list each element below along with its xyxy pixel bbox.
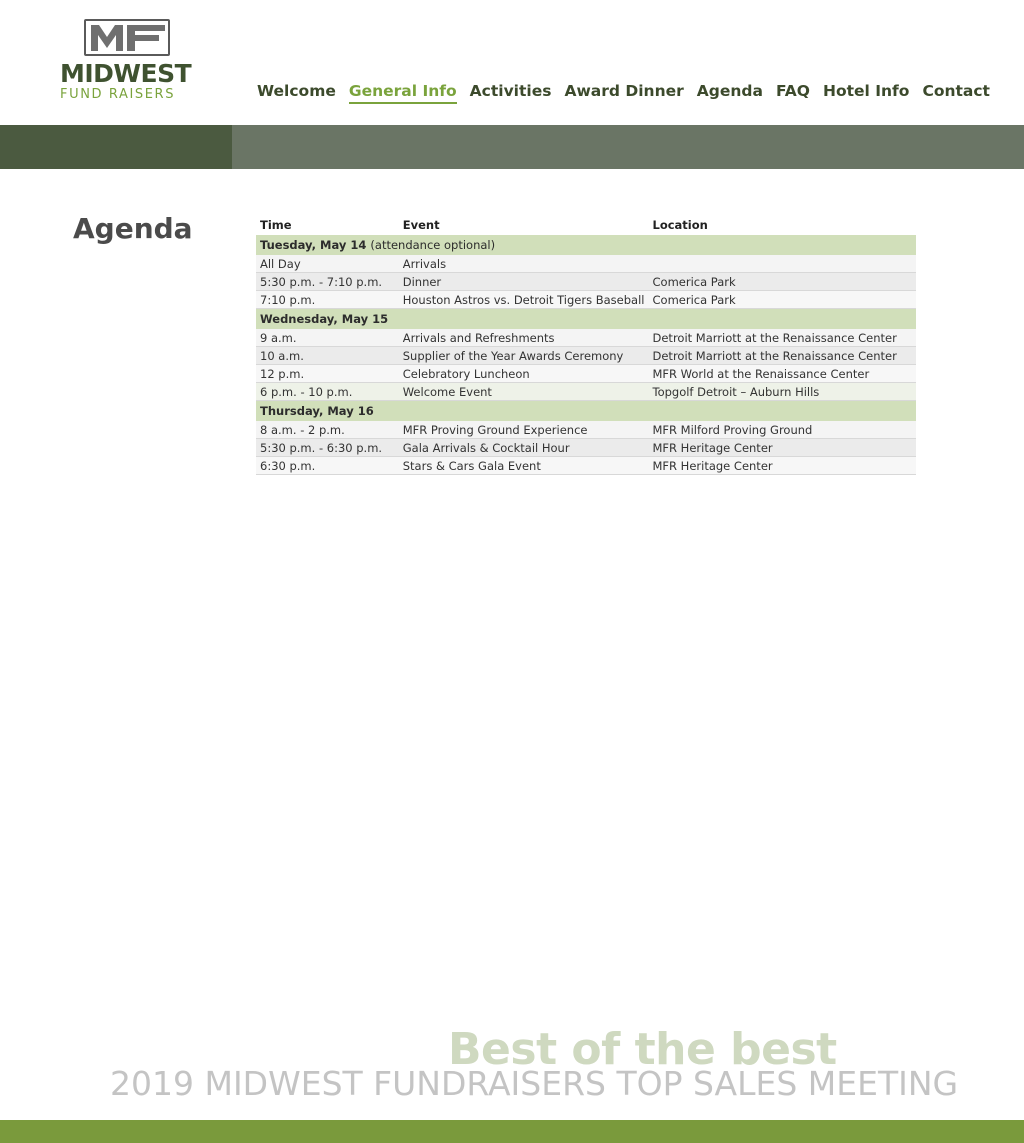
nav-activities[interactable]: Activities xyxy=(470,80,552,104)
day-label: Tuesday, May 14 xyxy=(260,238,367,252)
header-location: Location xyxy=(652,218,708,232)
table-row: 9 a.m. Arrivals and Refreshments Detroit… xyxy=(256,329,916,347)
location-cell: MFR World at the Renaissance Center xyxy=(648,364,916,383)
location-cell: Topgolf Detroit – Auburn Hills xyxy=(648,382,916,401)
table-header-row: Time Event Location xyxy=(256,215,916,235)
day-row: Tuesday, May 14 (attendance optional) xyxy=(256,235,916,255)
header-time: Time xyxy=(260,218,292,232)
brand-name: MIDWEST xyxy=(60,59,192,88)
banner-band-right xyxy=(232,125,1024,169)
event-cell: Arrivals and Refreshments xyxy=(398,329,649,347)
time-cell: 9 a.m. xyxy=(256,329,399,347)
brand-subtitle: FUND RAISERS xyxy=(60,87,176,102)
header-event: Event xyxy=(402,218,440,232)
table-row: 5:30 p.m. - 6:30 p.m. Gala Arrivals & Co… xyxy=(256,438,916,457)
location-cell: MFR Heritage Center xyxy=(648,438,916,457)
time-cell: 8 a.m. - 2 p.m. xyxy=(256,421,399,439)
banner-band-left xyxy=(0,125,232,169)
day-cell: Tuesday, May 14 (attendance optional) xyxy=(256,235,916,255)
nav-faq[interactable]: FAQ xyxy=(776,80,810,104)
event-cell: Celebratory Luncheon xyxy=(398,364,649,383)
day-cell: Wednesday, May 15 xyxy=(256,308,916,329)
location-cell: Comerica Park xyxy=(648,272,916,291)
event-cell: Houston Astros vs. Detroit Tigers Baseba… xyxy=(398,290,649,309)
mf-monogram-icon xyxy=(91,25,165,51)
nav-welcome[interactable]: Welcome xyxy=(257,80,336,104)
time-cell: 5:30 p.m. - 7:10 p.m. xyxy=(256,272,399,291)
main-nav: Welcome General Info Activities Award Di… xyxy=(257,80,1003,104)
location-cell: Detroit Marriott at the Renaissance Cent… xyxy=(648,346,916,365)
site-header: MIDWEST FUND RAISERS Welcome General Inf… xyxy=(0,0,1024,125)
agenda-table: Time Event Location Tuesday, May 14 (att… xyxy=(256,215,916,475)
table-row: 12 p.m. Celebratory Luncheon MFR World a… xyxy=(256,364,916,383)
nav-general-info[interactable]: General Info xyxy=(348,80,457,104)
location-cell: Comerica Park xyxy=(648,290,916,309)
event-cell: Welcome Event xyxy=(398,382,649,401)
time-cell: All Day xyxy=(256,255,399,273)
location-cell: MFR Milford Proving Ground xyxy=(648,421,916,439)
event-cell: Stars & Cars Gala Event xyxy=(398,456,649,475)
day-cell: Thursday, May 16 xyxy=(256,400,916,421)
event-cell: Supplier of the Year Awards Ceremony xyxy=(398,346,649,365)
time-cell: 6:30 p.m. xyxy=(256,456,399,475)
time-cell: 5:30 p.m. - 6:30 p.m. xyxy=(256,438,399,457)
nav-award-dinner[interactable]: Award Dinner xyxy=(564,80,683,104)
day-label: Wednesday, May 15 xyxy=(260,312,389,326)
location-cell: Detroit Marriott at the Renaissance Cent… xyxy=(648,329,916,347)
footer-meeting-title: 2019 MIDWEST FUNDRAISERS TOP SALES MEETI… xyxy=(110,1064,959,1103)
event-cell: Dinner xyxy=(398,272,649,291)
table-row: All Day Arrivals xyxy=(256,255,916,273)
day-row: Thursday, May 16 xyxy=(256,400,916,421)
time-cell: 12 p.m. xyxy=(256,364,399,383)
event-cell: Gala Arrivals & Cocktail Hour xyxy=(398,438,649,457)
table-row: 10 a.m. Supplier of the Year Awards Cere… xyxy=(256,346,916,365)
table-row: 6 p.m. - 10 p.m. Welcome Event Topgolf D… xyxy=(256,382,916,401)
event-cell: Arrivals xyxy=(398,255,649,273)
table-row: 5:30 p.m. - 7:10 p.m. Dinner Comerica Pa… xyxy=(256,272,916,291)
brand-logo[interactable]: MIDWEST FUND RAISERS xyxy=(60,18,200,102)
table-row: 7:10 p.m. Houston Astros vs. Detroit Tig… xyxy=(256,290,916,309)
time-cell: 10 a.m. xyxy=(256,346,399,365)
table-row: 6:30 p.m. Stars & Cars Gala Event MFR He… xyxy=(256,456,916,475)
table-row: 8 a.m. - 2 p.m. MFR Proving Ground Exper… xyxy=(256,421,916,439)
logo-mark-icon xyxy=(84,19,170,56)
event-cell: MFR Proving Ground Experience xyxy=(398,421,649,439)
nav-hotel-info[interactable]: Hotel Info xyxy=(823,80,909,104)
nav-agenda[interactable]: Agenda xyxy=(697,80,763,104)
nav-contact[interactable]: Contact xyxy=(922,80,990,104)
day-row: Wednesday, May 15 xyxy=(256,308,916,329)
location-cell xyxy=(648,255,916,273)
day-note: (attendance optional) xyxy=(370,238,496,252)
location-cell: MFR Heritage Center xyxy=(648,456,916,475)
day-label: Thursday, May 16 xyxy=(260,404,374,418)
footer-bar xyxy=(0,1120,1024,1143)
page-title: Agenda xyxy=(73,212,193,245)
time-cell: 7:10 p.m. xyxy=(256,290,399,309)
time-cell: 6 p.m. - 10 p.m. xyxy=(256,382,399,401)
